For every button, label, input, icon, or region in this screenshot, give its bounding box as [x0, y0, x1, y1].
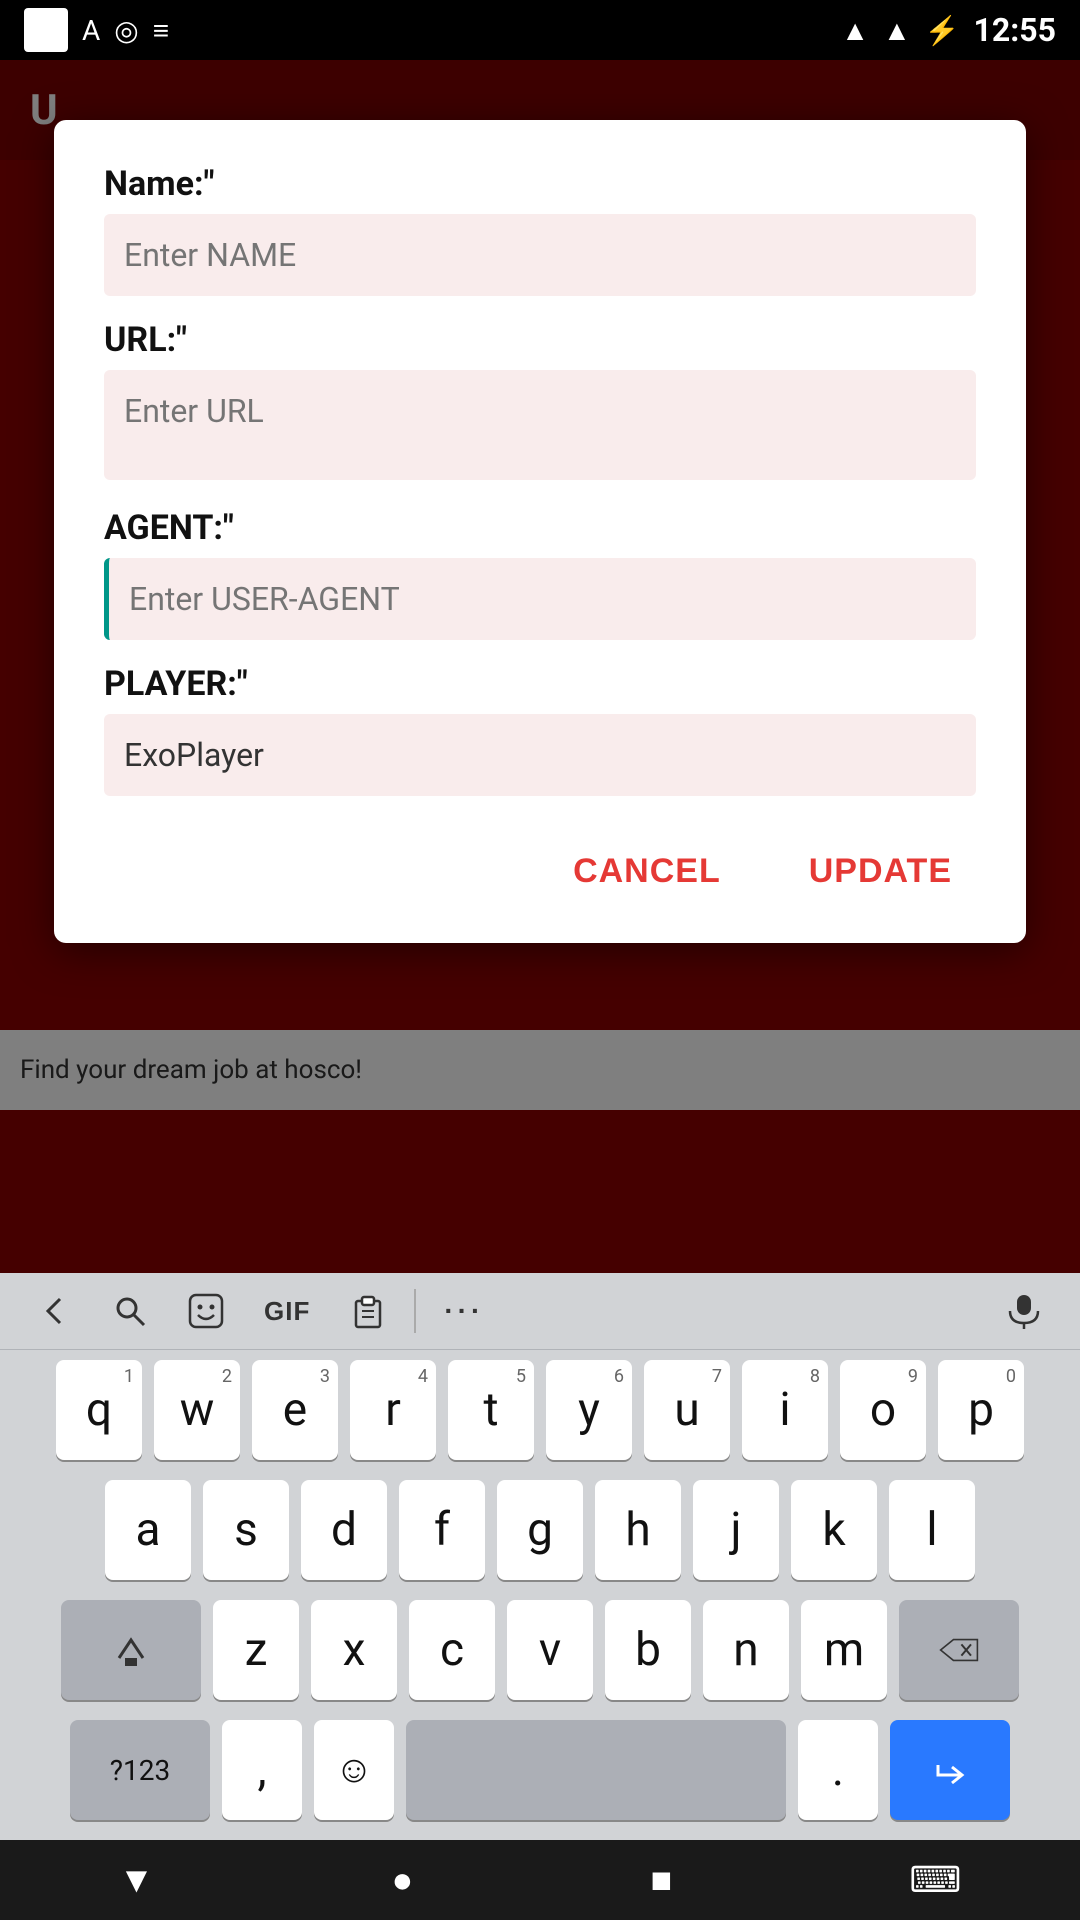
key-q[interactable]: 1q	[56, 1360, 142, 1460]
key-dot[interactable]: .	[798, 1720, 878, 1820]
key-comma[interactable]: ,	[222, 1720, 302, 1820]
key-g[interactable]: g	[497, 1480, 583, 1580]
edit-dialog: Name:" URL:" AGENT:" PLAYER:" CANCEL UPD…	[54, 120, 1026, 943]
key-n[interactable]: n	[703, 1600, 789, 1700]
keyboard-mic-button[interactable]	[984, 1281, 1064, 1341]
app-icon	[24, 8, 68, 52]
key-h[interactable]: h	[595, 1480, 681, 1580]
keyboard-back-button[interactable]	[16, 1283, 92, 1339]
url-input[interactable]	[104, 370, 976, 480]
key-a[interactable]: a	[105, 1480, 191, 1580]
nav-home-button[interactable]: ●	[361, 1849, 443, 1911]
signal-icon: ▲	[883, 14, 911, 47]
key-p[interactable]: 0p	[938, 1360, 1024, 1460]
bottom-nav: ▼ ● ■ ⌨	[0, 1840, 1080, 1920]
keyboard-row-4: ?123 , ☺ .	[0, 1710, 1080, 1830]
keyboard-toolbar: GIF ···	[0, 1273, 1080, 1350]
key-enter[interactable]	[890, 1720, 1010, 1820]
icon-a: A	[82, 14, 100, 47]
nav-recent-button[interactable]: ■	[620, 1849, 702, 1911]
key-l[interactable]: l	[889, 1480, 975, 1580]
player-input[interactable]	[104, 714, 976, 796]
status-time: 12:55	[974, 11, 1056, 49]
key-shift[interactable]	[61, 1600, 201, 1700]
key-u[interactable]: 7u	[644, 1360, 730, 1460]
key-b[interactable]: b	[605, 1600, 691, 1700]
player-label: PLAYER:"	[104, 664, 976, 704]
battery-icon: ⚡	[925, 14, 960, 47]
nav-keyboard-button[interactable]: ⌨	[879, 1849, 991, 1911]
key-z[interactable]: z	[213, 1600, 299, 1700]
key-o[interactable]: 9o	[840, 1360, 926, 1460]
key-e[interactable]: 3e	[252, 1360, 338, 1460]
key-r[interactable]: 4r	[350, 1360, 436, 1460]
keyboard-toolbar-separator	[414, 1289, 416, 1333]
keyboard-clipboard-button[interactable]	[330, 1283, 406, 1339]
key-m[interactable]: m	[801, 1600, 887, 1700]
icon-menu: ≡	[153, 14, 169, 47]
key-backspace[interactable]	[899, 1600, 1019, 1700]
key-v[interactable]: v	[507, 1600, 593, 1700]
icon-circle: ◎	[114, 14, 138, 47]
key-x[interactable]: x	[311, 1600, 397, 1700]
nav-back-button[interactable]: ▼	[89, 1849, 185, 1911]
key-emoji[interactable]: ☺	[314, 1720, 394, 1820]
key-f[interactable]: f	[399, 1480, 485, 1580]
key-w[interactable]: 2w	[154, 1360, 240, 1460]
dialog-actions: CANCEL UPDATE	[104, 836, 976, 907]
status-bar-right: ▲ ▲ ⚡ 12:55	[841, 11, 1056, 49]
key-y[interactable]: 6y	[546, 1360, 632, 1460]
keyboard-gif-button[interactable]: GIF	[244, 1286, 330, 1337]
key-i[interactable]: 8i	[742, 1360, 828, 1460]
key-num-sym[interactable]: ?123	[70, 1720, 210, 1820]
keyboard-search-button[interactable]	[92, 1283, 168, 1339]
keyboard-row-2: a s d f g h j k l	[0, 1470, 1080, 1590]
status-bar: A ◎ ≡ ▲ ▲ ⚡ 12:55	[0, 0, 1080, 60]
key-c[interactable]: c	[409, 1600, 495, 1700]
status-bar-left: A ◎ ≡	[24, 8, 169, 52]
wifi-icon: ▲	[841, 14, 869, 47]
key-d[interactable]: d	[301, 1480, 387, 1580]
agent-label: AGENT:"	[104, 508, 976, 548]
keyboard: GIF ··· 1q 2w 3e 4r 5t 6y 7u 8i 9o 0p a …	[0, 1273, 1080, 1920]
keyboard-row-1: 1q 2w 3e 4r 5t 6y 7u 8i 9o 0p	[0, 1350, 1080, 1470]
agent-input[interactable]	[104, 558, 976, 640]
key-t[interactable]: 5t	[448, 1360, 534, 1460]
keyboard-sticker-button[interactable]	[168, 1283, 244, 1339]
keyboard-more-button[interactable]: ···	[424, 1285, 504, 1337]
name-label: Name:"	[104, 164, 976, 204]
name-input[interactable]	[104, 214, 976, 296]
keyboard-row-3: z x c v b n m	[0, 1590, 1080, 1710]
url-label: URL:"	[104, 320, 976, 360]
cancel-button[interactable]: CANCEL	[549, 836, 745, 907]
keyboard-keys: 1q 2w 3e 4r 5t 6y 7u 8i 9o 0p a s d f g …	[0, 1350, 1080, 1840]
key-s[interactable]: s	[203, 1480, 289, 1580]
key-k[interactable]: k	[791, 1480, 877, 1580]
key-space[interactable]	[406, 1720, 786, 1820]
key-j[interactable]: j	[693, 1480, 779, 1580]
update-button[interactable]: UPDATE	[785, 836, 976, 907]
